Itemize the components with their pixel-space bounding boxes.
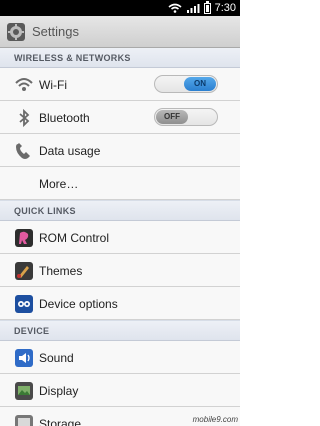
- status-bar: 7:30: [0, 0, 240, 16]
- settings-item-device-options[interactable]: Device options: [0, 287, 240, 320]
- settings-item-display[interactable]: Display: [0, 374, 240, 407]
- settings-item-label: Device options: [39, 297, 118, 311]
- section-header-label: WIRELESS & NETWORKS: [14, 53, 131, 63]
- toggle-state-label: ON: [184, 77, 216, 91]
- clock: 7:30: [214, 2, 236, 14]
- settings-item-label: Data usage: [39, 144, 101, 158]
- section-header-quick-links: QUICK LINKS: [0, 201, 240, 221]
- settings-item-label: ROM Control: [39, 231, 110, 245]
- settings-item-label: Storage: [39, 417, 82, 426]
- settings-item-label: Sound: [39, 351, 74, 365]
- bluetooth-icon: [19, 108, 30, 128]
- section-header-label: QUICK LINKS: [14, 206, 76, 216]
- watermark: mobile9.com: [192, 415, 238, 424]
- settings-app-icon[interactable]: [6, 22, 26, 42]
- wifi-icon: [168, 3, 182, 13]
- section-header-wireless: WIRELESS & NETWORKS: [0, 48, 240, 68]
- settings-item-label: Display: [39, 384, 79, 398]
- settings-item-sound[interactable]: Sound: [0, 341, 240, 374]
- settings-item-bluetooth[interactable]: Bluetooth OFF: [0, 101, 240, 134]
- rom-control-icon: [15, 229, 33, 247]
- settings-item-themes[interactable]: Themes: [0, 254, 240, 287]
- signal-icon: [186, 4, 200, 13]
- toggle-state-label: OFF: [156, 110, 188, 124]
- device-options-icon: [15, 295, 33, 313]
- page-title: Settings: [32, 24, 79, 39]
- settings-item-label: Bluetooth: [39, 111, 90, 125]
- settings-item-label: Themes: [39, 264, 83, 278]
- section-header-device: DEVICE: [0, 321, 240, 341]
- wifi-toggle[interactable]: ON: [154, 75, 218, 93]
- battery-icon: [203, 0, 211, 14]
- settings-item-rom-control[interactable]: ROM Control: [0, 221, 240, 254]
- bluetooth-toggle[interactable]: OFF: [154, 108, 218, 126]
- wifi-icon: [15, 78, 33, 91]
- section-header-label: DEVICE: [14, 326, 50, 336]
- sound-icon: [15, 349, 33, 367]
- data-usage-icon: [16, 143, 30, 159]
- settings-item-label: More…: [39, 177, 79, 191]
- settings-item-wifi[interactable]: Wi-Fi ON: [0, 68, 240, 101]
- settings-item-more[interactable]: More…: [0, 167, 240, 200]
- settings-item-label: Wi-Fi: [39, 78, 67, 92]
- settings-list: WIRELESS & NETWORKS Wi-Fi ON Bluetooth O…: [0, 48, 240, 426]
- themes-icon: [15, 262, 33, 280]
- storage-icon: [15, 415, 33, 426]
- action-bar: Settings: [0, 16, 240, 48]
- display-icon: [15, 382, 33, 400]
- settings-item-data-usage[interactable]: Data usage: [0, 134, 240, 167]
